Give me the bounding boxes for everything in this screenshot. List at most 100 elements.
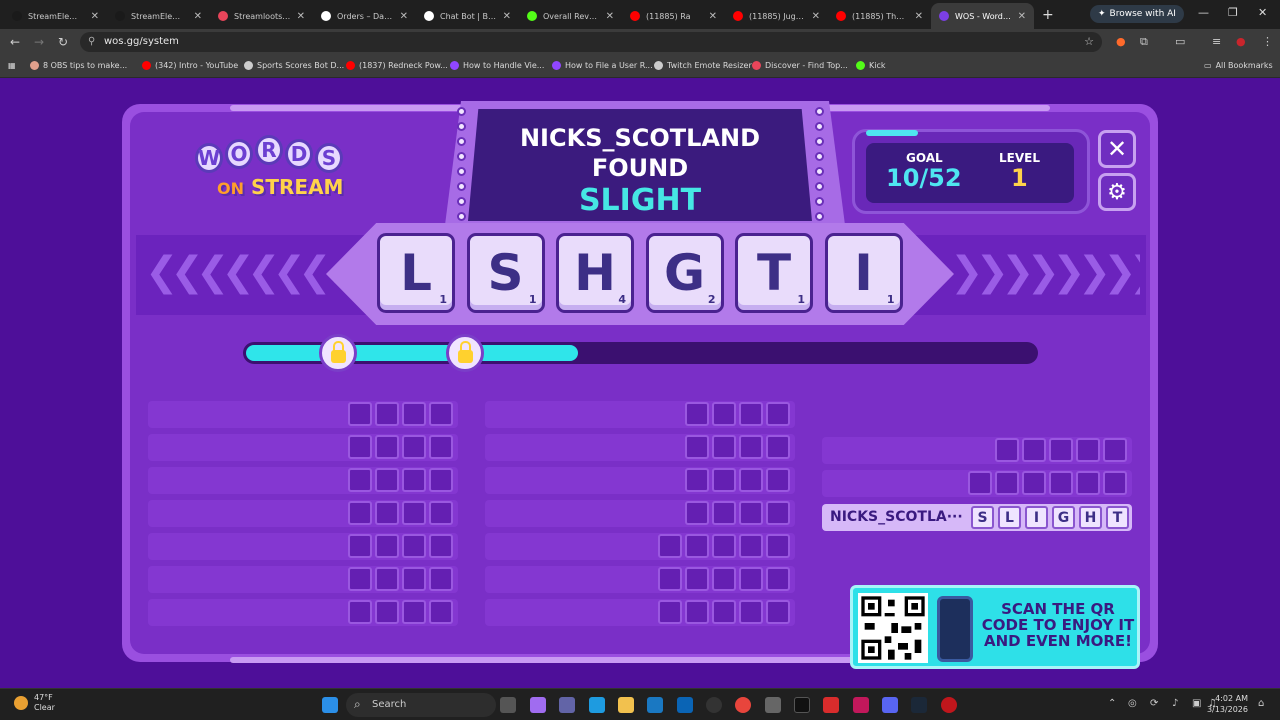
app-icon[interactable]: [765, 697, 781, 713]
lock-icon: [446, 334, 484, 372]
bookmark-item[interactable]: Sports Scores Bot D...: [244, 61, 344, 70]
extension-icon[interactable]: ●: [1116, 35, 1126, 48]
tray-sync-icon[interactable]: ⟳: [1150, 698, 1158, 709]
tab-close-icon[interactable]: ✕: [812, 11, 820, 22]
browser-tab[interactable]: (11885) Jugga ✕: [725, 3, 828, 29]
letter-box: [685, 534, 709, 558]
system-clock[interactable]: 4:02 AM 3/13/2026: [1200, 693, 1248, 715]
bookmark-item[interactable]: Kick: [856, 61, 886, 70]
all-bookmarks[interactable]: ▭ All Bookmarks: [1204, 61, 1273, 70]
letter-box: [685, 468, 709, 492]
microphone-icon[interactable]: ♪: [1172, 698, 1178, 709]
browser-tab[interactable]: Overall Revenue ✕: [519, 3, 622, 29]
address-bar[interactable]: ⚲ wos.gg/system ☆: [80, 32, 1102, 52]
reload-icon[interactable]: ↻: [58, 35, 68, 49]
announcement-text: NICKS_SCOTLAND FOUND: [468, 123, 812, 183]
outlook-icon[interactable]: [677, 697, 693, 713]
weather-condition: Clear: [34, 703, 55, 712]
forward-icon[interactable]: →: [34, 35, 44, 49]
browser-tab[interactable]: WOS - Words O ✕: [931, 3, 1034, 29]
edge-icon[interactable]: [589, 697, 605, 713]
close-game-button[interactable]: ✕: [1098, 130, 1136, 168]
letter-tile[interactable]: G2: [645, 233, 724, 313]
task-view-icon[interactable]: [500, 697, 516, 713]
tab-close-icon[interactable]: ✕: [1018, 11, 1026, 22]
marquee-bulb: [814, 212, 824, 221]
new-tab-button[interactable]: +: [1034, 7, 1062, 29]
tab-close-icon[interactable]: ✕: [709, 11, 717, 22]
bookmark-item[interactable]: How to Handle Vie...: [450, 61, 544, 70]
teams-icon[interactable]: [559, 697, 575, 713]
chrome-icon[interactable]: [735, 697, 751, 713]
letter-tile[interactable]: H4: [556, 233, 634, 313]
letter-tile[interactable]: S1: [466, 233, 545, 313]
letter-box: [658, 600, 682, 624]
tab-close-icon[interactable]: ✕: [606, 11, 614, 22]
bookmark-star-icon[interactable]: ☆: [1084, 35, 1094, 48]
letter-tile[interactable]: L1: [377, 233, 455, 313]
tab-label: (11885) The All: [852, 11, 909, 21]
site-info-icon[interactable]: ⚲: [88, 36, 95, 47]
tab-favicon-icon: [424, 11, 434, 21]
copilot-icon[interactable]: [530, 697, 546, 713]
browser-tab[interactable]: Chat Bot | BotR ✕: [416, 3, 519, 29]
back-icon[interactable]: ←: [10, 35, 20, 49]
bookmark-item[interactable]: 8 OBS tips to make...: [30, 61, 127, 70]
profile-avatar[interactable]: ●: [1236, 35, 1246, 48]
pulse-app-icon[interactable]: [853, 697, 869, 713]
start-windows-icon[interactable]: [322, 697, 338, 713]
settings-gear-icon[interactable]: ⚙: [1098, 173, 1136, 211]
tab-close-icon[interactable]: ✕: [194, 11, 202, 22]
maximize-icon[interactable]: ❐: [1228, 6, 1238, 19]
bookmark-item[interactable]: Discover - Find Top...: [752, 61, 848, 70]
browse-with-ai-button[interactable]: ✦ Browse with AI: [1090, 5, 1184, 23]
store-icon[interactable]: [647, 697, 663, 713]
tab-close-icon[interactable]: ✕: [503, 11, 511, 22]
letter-box: [375, 435, 399, 459]
bookmark-item[interactable]: How to File a User R...: [552, 61, 653, 70]
tab-favicon-icon: [836, 11, 846, 21]
bookmark-item[interactable]: (342) Intro - YouTube: [142, 61, 238, 70]
bookmark-item[interactable]: (1837) Redneck Pow...: [346, 61, 448, 70]
browser-tab[interactable]: StreamElements ✕: [107, 3, 210, 29]
media-controls-icon[interactable]: ≡: [1212, 35, 1221, 48]
bookmark-label: 8 OBS tips to make...: [43, 61, 128, 70]
tray-overflow-icon[interactable]: ⌃: [1108, 698, 1116, 709]
menu-icon[interactable]: ⋮: [1262, 35, 1273, 48]
bookmark-label: (342) Intro - YouTube: [155, 61, 239, 70]
browser-tab[interactable]: Orders – Dashb ✕: [313, 3, 416, 29]
letter-box: [766, 435, 790, 459]
letter-box: [712, 600, 736, 624]
tab-label: Orders – Dashb: [337, 11, 394, 21]
extensions-puzzle-icon[interactable]: ⧉: [1140, 35, 1148, 49]
file-explorer-icon[interactable]: [618, 697, 634, 713]
app-record-icon[interactable]: [941, 697, 957, 713]
browser-tab[interactable]: (11885) Ra ✕: [622, 3, 725, 29]
tab-close-icon[interactable]: ✕: [400, 11, 408, 22]
browser-tab[interactable]: StreamElements ✕: [4, 3, 107, 29]
obs-icon[interactable]: [706, 697, 722, 713]
letter-tile[interactable]: I1: [824, 233, 903, 313]
close-window-icon[interactable]: ✕: [1258, 6, 1267, 19]
taskbar-search[interactable]: ⌕ Search: [346, 693, 496, 717]
tab-close-icon[interactable]: ✕: [297, 11, 305, 22]
bookmark-item[interactable]: Twitch Emote Resizer: [654, 61, 752, 70]
terminal-icon[interactable]: [794, 697, 810, 713]
steam-icon[interactable]: [911, 697, 927, 713]
notification-bell-icon[interactable]: ⌂: [1258, 698, 1264, 709]
minimize-icon[interactable]: —: [1198, 6, 1209, 19]
letter-box: [375, 501, 399, 525]
gta-icon[interactable]: [823, 697, 839, 713]
tray-app-icon[interactable]: ◎: [1128, 698, 1137, 709]
tab-close-icon[interactable]: ✕: [91, 11, 99, 22]
apps-icon[interactable]: ▦: [8, 61, 16, 70]
letter-tile[interactable]: T1: [735, 233, 813, 313]
sidebar-icon[interactable]: ▭: [1175, 35, 1185, 48]
discord-icon[interactable]: [882, 697, 898, 713]
letter-box: [968, 471, 992, 495]
browser-tab[interactable]: Streamloots | Th ✕: [210, 3, 313, 29]
folder-icon: ▭: [1204, 61, 1212, 70]
tab-close-icon[interactable]: ✕: [915, 11, 923, 22]
browser-tab[interactable]: (11885) The All ✕: [828, 3, 931, 29]
goal-value: 10/52: [886, 164, 962, 192]
